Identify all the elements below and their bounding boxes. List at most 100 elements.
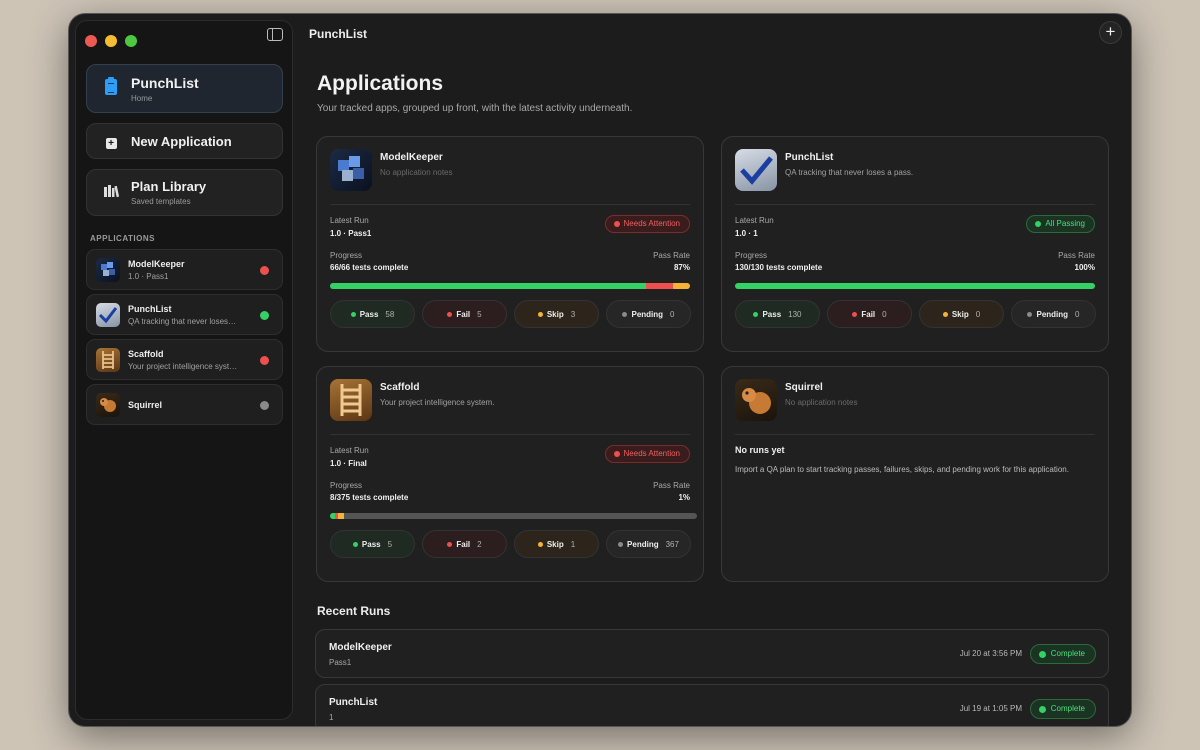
ladder-icon xyxy=(96,347,120,372)
run-app-name: ModelKeeper xyxy=(329,642,392,653)
skip-segment xyxy=(338,513,344,519)
sidebar-app-subtitle: Your project intelligence system. xyxy=(128,361,238,371)
app-card-note: Your project intelligence system. xyxy=(380,398,495,407)
pass-dot-icon xyxy=(350,311,356,317)
chip-count: 1 xyxy=(570,539,576,549)
pass-rate-value: 100% xyxy=(1074,263,1095,272)
pass-chip[interactable]: Pass 58 xyxy=(330,300,415,328)
pass-segment xyxy=(330,283,646,289)
run-date: Jul 19 at 1:05 PM xyxy=(959,704,1022,713)
chip-label: Pass xyxy=(762,309,782,319)
recent-run-row[interactable]: PunchList 1 Jul 19 at 1:05 PM Complete xyxy=(315,684,1109,726)
chip-count: 5 xyxy=(387,539,393,549)
progress-value: 66/66 tests complete xyxy=(330,263,409,272)
minimize-window-button[interactable] xyxy=(105,35,117,47)
result-chips: Pass 130 Fail 0 Skip 0 Pending 0 xyxy=(735,300,1096,328)
status-badge: Complete xyxy=(1029,699,1096,719)
skip-dot-icon xyxy=(537,541,543,547)
chip-count: 0 xyxy=(975,309,981,319)
fail-chip[interactable]: Fail 5 xyxy=(422,300,507,328)
pending-chip[interactable]: Pending 0 xyxy=(606,300,691,328)
sidebar-home[interactable]: PunchList Home xyxy=(86,64,283,113)
pass-chip[interactable]: Pass 5 xyxy=(330,530,415,558)
plan-library-title: Plan Library xyxy=(131,179,207,194)
chip-count: 0 xyxy=(1075,309,1080,319)
skip-chip[interactable]: Skip 3 xyxy=(514,300,599,328)
fail-dot-icon xyxy=(447,541,453,547)
app-card-name: PunchList xyxy=(785,152,834,163)
app-window: PunchList Home + New Application Plan Li… xyxy=(69,14,1131,726)
run-name: Pass1 xyxy=(329,658,352,667)
progress-bar xyxy=(330,283,690,289)
pending-dot-icon xyxy=(618,541,624,547)
latest-run-value: 1.0 · Pass1 xyxy=(330,229,372,238)
pass-dot-icon xyxy=(753,311,759,317)
sidebar-app-modelkeeper[interactable]: ModelKeeper 1.0 · Pass1 xyxy=(86,249,283,290)
new-application-label: New Application xyxy=(131,133,232,149)
zoom-window-button[interactable] xyxy=(125,35,137,47)
chip-label: Pending xyxy=(1036,309,1069,319)
app-card-name: Squirrel xyxy=(785,382,823,393)
chip-count: 367 xyxy=(665,539,679,549)
clipboard-icon xyxy=(105,76,117,95)
sidebar-app-subtitle: 1.0 · Pass1 xyxy=(128,271,169,281)
sidebar: PunchList Home + New Application Plan Li… xyxy=(75,20,293,720)
sidebar-app-name: Squirrel xyxy=(128,399,163,410)
app-card-modelkeeper[interactable]: ModelKeeper No application notes Latest … xyxy=(316,136,704,352)
progress-value: 130/130 tests complete xyxy=(735,263,823,272)
fail-chip[interactable]: Fail 2 xyxy=(422,530,507,558)
recent-run-row[interactable]: ModelKeeper Pass1 Jul 20 at 3:56 PM Comp… xyxy=(315,629,1109,678)
chip-label: Fail xyxy=(456,539,471,549)
ladder-icon xyxy=(330,379,372,421)
sidebar-app-scaffold[interactable]: Scaffold Your project intelligence syste… xyxy=(86,339,283,380)
app-card-note: No application notes xyxy=(380,168,453,177)
progress-label: Progress xyxy=(330,481,363,490)
sidebar-app-squirrel[interactable]: Squirrel xyxy=(86,384,283,425)
latest-run-label: Latest Run xyxy=(735,216,774,225)
cubes-icon xyxy=(330,149,372,191)
fail-chip[interactable]: Fail 0 xyxy=(827,300,912,328)
cubes-icon xyxy=(96,257,120,282)
plan-library-button[interactable]: Plan Library Saved templates xyxy=(86,169,283,216)
app-card-punchlist[interactable]: PunchList QA tracking that never loses a… xyxy=(721,136,1109,352)
new-application-button[interactable]: + New Application xyxy=(86,123,283,159)
sidebar-app-punchlist[interactable]: PunchList QA tracking that never loses a… xyxy=(86,294,283,335)
empty-state-title: No runs yet xyxy=(735,445,785,455)
close-window-button[interactable] xyxy=(85,35,97,47)
pending-chip[interactable]: Pending 0 xyxy=(1011,300,1096,328)
app-card-scaffold[interactable]: Scaffold Your project intelligence syste… xyxy=(316,366,704,582)
chip-count: 5 xyxy=(477,309,482,319)
skip-dot-icon xyxy=(537,311,543,317)
chip-label: Fail xyxy=(861,309,876,319)
chip-count: 2 xyxy=(477,539,482,549)
fail-segment xyxy=(646,283,673,289)
run-app-name: PunchList xyxy=(329,697,378,708)
fail-dot-icon xyxy=(447,311,453,317)
app-card-squirrel[interactable]: Squirrel No application notes No runs ye… xyxy=(721,366,1109,582)
sidebar-app-name: PunchList xyxy=(128,303,172,314)
app-card-note: QA tracking that never loses a pass. xyxy=(785,168,914,177)
divider xyxy=(735,204,1095,205)
applications-section-label: APPLICATIONS xyxy=(90,234,155,243)
pass-rate-label: Pass Rate xyxy=(1058,251,1095,260)
skip-dot-icon xyxy=(942,311,948,317)
sidebar-toggle-icon[interactable] xyxy=(267,28,283,41)
fail-dot-icon xyxy=(852,311,858,317)
pass-segment xyxy=(735,283,1095,289)
app-card-name: ModelKeeper xyxy=(380,152,443,163)
pass-chip[interactable]: Pass 130 xyxy=(735,300,820,328)
plan-library-subtitle: Saved templates xyxy=(131,197,191,206)
checkmark-icon xyxy=(735,149,777,191)
pending-dot-icon xyxy=(622,311,628,317)
recent-runs-title: Recent Runs xyxy=(317,604,391,618)
pending-chip[interactable]: Pending 367 xyxy=(606,530,691,558)
skip-chip[interactable]: Skip 1 xyxy=(514,530,599,558)
progress-value: 8/375 tests complete xyxy=(330,493,409,502)
pass-rate-label: Pass Rate xyxy=(653,251,690,260)
chip-label: Fail xyxy=(456,309,471,319)
home-title: PunchList xyxy=(131,74,199,91)
skip-chip[interactable]: Skip 0 xyxy=(919,300,1004,328)
status-badge: Needs Attention xyxy=(604,445,690,463)
skip-segment xyxy=(673,283,690,289)
checkmark-icon xyxy=(96,302,120,327)
